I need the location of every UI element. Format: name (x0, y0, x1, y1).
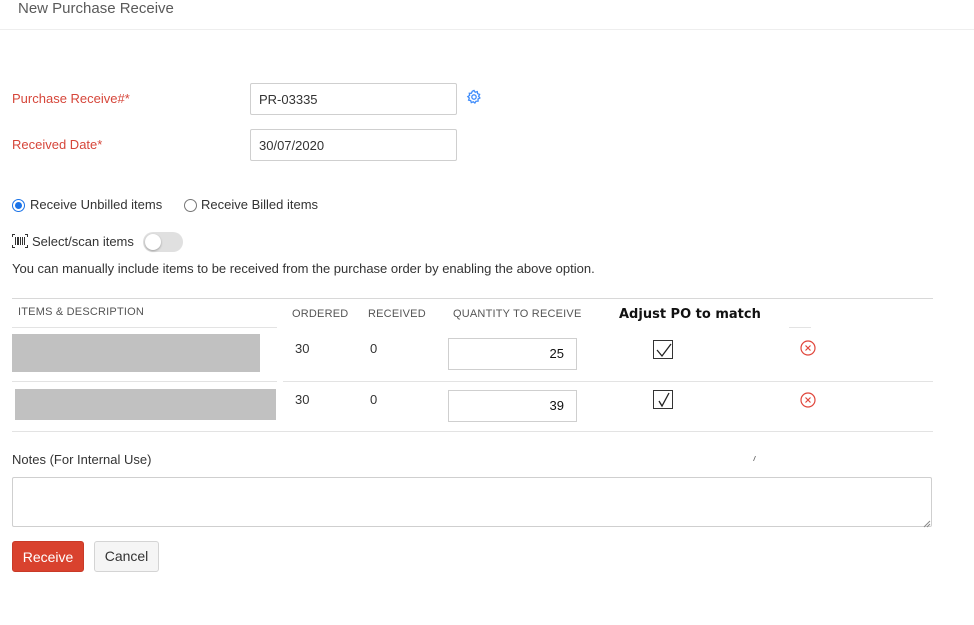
table-header-divider (12, 327, 277, 328)
table-header-divider-right (789, 327, 811, 328)
barcode-icon (12, 234, 28, 248)
resize-handle-icon[interactable] (922, 516, 931, 528)
header-adjust-po: Adjust PO to match (619, 307, 761, 322)
quantity-to-receive-input[interactable]: 25 (448, 338, 577, 370)
received-value: 0 (370, 392, 378, 407)
header-quantity-to-receive: QUANTITY TO RECEIVE (453, 308, 582, 320)
received-date-input[interactable] (250, 129, 457, 161)
receive-billed-radio[interactable] (184, 199, 197, 212)
ordered-value: 30 (295, 341, 310, 356)
quantity-to-receive-input[interactable]: 39 (448, 390, 577, 422)
header-items-description: ITEMS & DESCRIPTION (18, 306, 145, 318)
ordered-value: 30 (295, 392, 310, 407)
item-description-redacted (15, 389, 276, 420)
row-divider (12, 381, 277, 382)
checkmark-icon (656, 343, 672, 358)
table-top-border (12, 298, 933, 299)
checkmark-icon (658, 392, 670, 408)
table-bottom-border (12, 431, 933, 432)
select-scan-label: Select/scan items (32, 234, 134, 249)
stray-mark (753, 449, 756, 462)
notes-textarea[interactable] (12, 477, 932, 527)
header-ordered: ORDERED (292, 308, 349, 320)
cancel-button[interactable]: Cancel (94, 541, 159, 572)
select-scan-toggle[interactable] (143, 232, 183, 252)
receive-unbilled-radio[interactable] (12, 199, 25, 212)
page-title: New Purchase Receive (18, 0, 174, 17)
purchase-receive-number-label: Purchase Receive#* (12, 91, 130, 106)
purchase-receive-number-input[interactable] (250, 83, 457, 115)
adjust-po-checkbox[interactable] (653, 340, 673, 359)
remove-row-icon[interactable] (800, 392, 816, 408)
receive-billed-label[interactable]: Receive Billed items (201, 197, 318, 212)
adjust-po-checkbox[interactable] (653, 390, 673, 409)
header-divider (0, 29, 974, 30)
notes-label: Notes (For Internal Use) (12, 452, 152, 467)
remove-row-icon[interactable] (800, 340, 816, 356)
header-received: RECEIVED (368, 308, 426, 320)
row-divider-right (283, 381, 933, 382)
received-value: 0 (370, 341, 378, 356)
receive-button[interactable]: Receive (12, 541, 84, 572)
item-description-redacted (12, 334, 260, 372)
scan-hint-text: You can manually include items to be rec… (12, 261, 595, 276)
received-date-label: Received Date* (12, 137, 103, 152)
gear-icon[interactable] (466, 89, 482, 105)
receive-unbilled-label[interactable]: Receive Unbilled items (30, 197, 162, 212)
